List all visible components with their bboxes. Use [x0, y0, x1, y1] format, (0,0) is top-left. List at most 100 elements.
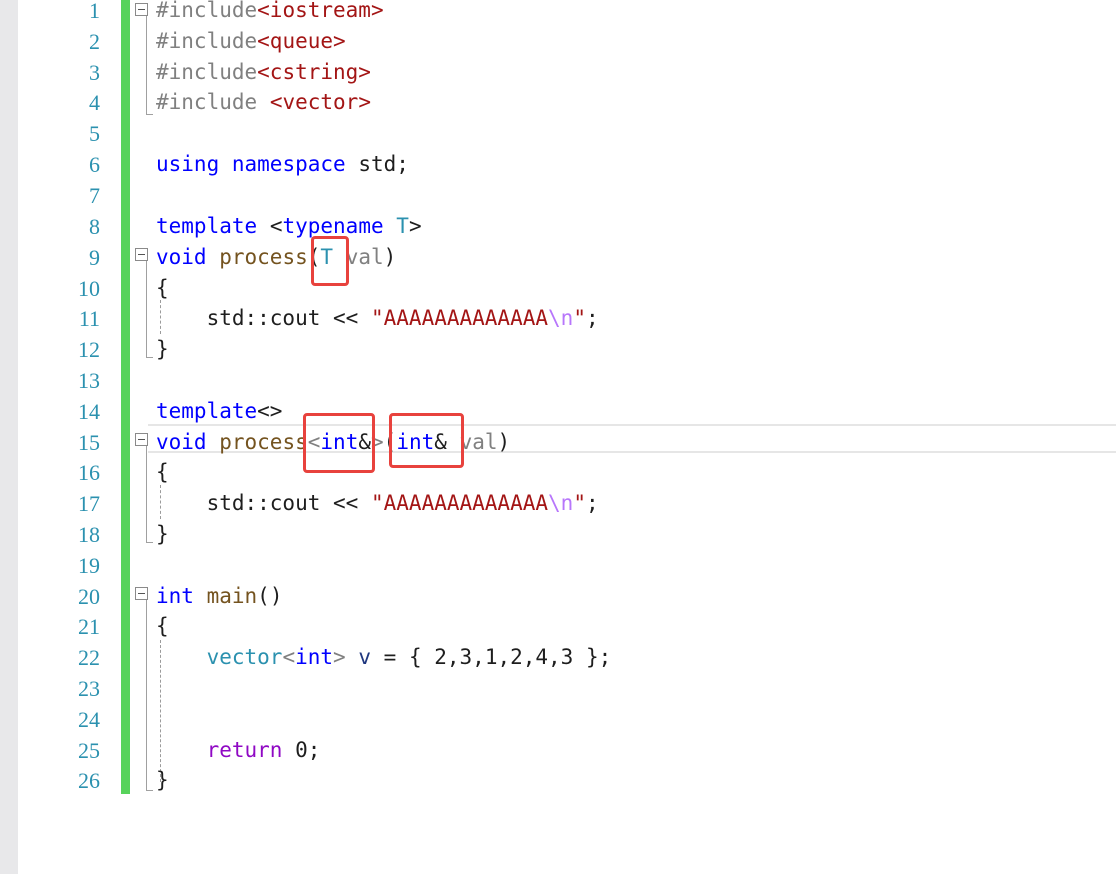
punctuation: ) — [497, 430, 511, 454]
escape-sequence: \n — [548, 306, 574, 330]
punctuation: ; — [307, 738, 321, 762]
preprocessor-directive: #include — [156, 60, 258, 84]
function-name: process — [219, 430, 308, 454]
collapse-toggle[interactable] — [135, 587, 148, 600]
identifier: std::cout — [206, 491, 321, 515]
punctuation: <> — [257, 399, 283, 423]
type-name: vector — [206, 645, 283, 669]
variable: v — [358, 645, 371, 669]
line-number: 23 — [78, 676, 100, 701]
string-quote: " — [573, 306, 586, 330]
code-line[interactable]: std::cout << "AAAAAAAAAAAAA\n"; — [156, 488, 599, 519]
keyword: using — [156, 152, 220, 176]
code-line[interactable]: #include<queue> — [156, 26, 346, 57]
type-parameter: T — [396, 214, 409, 238]
parameter: val — [459, 430, 498, 454]
punctuation: } — [156, 337, 169, 361]
outline-line — [146, 600, 147, 790]
code-line[interactable]: using namespace std; — [156, 149, 409, 180]
function-name: main — [206, 584, 258, 608]
code-line[interactable]: { — [156, 611, 169, 642]
punctuation: ; — [585, 491, 599, 515]
line-number: 11 — [78, 306, 100, 331]
collapse-toggle[interactable] — [135, 248, 148, 261]
punctuation: ; — [396, 152, 409, 176]
line-number: 6 — [89, 152, 100, 177]
line-number: 16 — [78, 460, 100, 485]
keyword: int — [295, 645, 334, 669]
identifier: std — [358, 152, 397, 176]
line-number: 7 — [89, 183, 100, 208]
left-margin — [0, 0, 18, 874]
code-line[interactable]: { — [156, 273, 169, 304]
code-line[interactable]: template <typename T> — [156, 211, 422, 242]
keyword: int — [156, 584, 194, 608]
header-name: <iostream> — [257, 0, 384, 22]
code-line[interactable]: vector<int> v = { 2,3,1,2,4,3 }; — [156, 642, 612, 673]
code-line[interactable]: std::cout << "AAAAAAAAAAAAA\n"; — [156, 303, 599, 334]
punctuation: ; — [585, 306, 599, 330]
code-line[interactable]: #include<iostream> — [156, 0, 384, 26]
code-line[interactable]: { — [156, 457, 169, 488]
line-number: 18 — [78, 522, 100, 547]
line-number: 22 — [78, 645, 100, 670]
line-number: 26 — [78, 768, 100, 793]
punctuation: ; — [598, 645, 612, 669]
preprocessor-directive: #include — [156, 0, 258, 22]
operator: << — [333, 491, 359, 515]
parameter: val — [345, 245, 384, 269]
punctuation: () — [257, 584, 283, 608]
code-line[interactable]: } — [156, 334, 169, 365]
outline-end — [146, 357, 153, 358]
function-name: process — [219, 245, 308, 269]
preprocessor-directive: #include — [156, 29, 258, 53]
line-number-gutter: 1 2 3 4 5 6 7 8 9 10 11 12 13 14 15 16 1… — [18, 0, 118, 874]
punctuation: } — [156, 522, 169, 546]
code-line[interactable]: #include<cstring> — [156, 57, 371, 88]
line-number: 15 — [78, 430, 100, 455]
keyword: template — [156, 399, 258, 423]
line-number: 25 — [78, 738, 100, 763]
punctuation: > — [333, 645, 346, 669]
code-line[interactable]: int main() — [156, 581, 282, 612]
line-number: 9 — [89, 245, 100, 270]
header-name: <vector> — [269, 90, 371, 114]
punctuation: < — [269, 214, 283, 238]
string-literal: AAAAAAAAAAAAA — [383, 306, 549, 330]
code-line[interactable]: } — [156, 519, 169, 550]
header-name: <cstring> — [257, 60, 371, 84]
keyword: return — [206, 738, 283, 762]
change-indicator-bar — [121, 0, 130, 794]
punctuation: { — [156, 460, 169, 484]
line-number: 4 — [89, 90, 100, 115]
string-quote: " — [573, 491, 586, 515]
line-number: 5 — [89, 121, 100, 146]
code-line[interactable]: void process(T val) — [156, 242, 396, 273]
number-literal: 0 — [295, 738, 308, 762]
string-literal: AAAAAAAAAAAAA — [383, 491, 549, 515]
operator: << — [333, 306, 359, 330]
punctuation: { — [156, 614, 169, 638]
line-number: 12 — [78, 337, 100, 362]
line-number: 8 — [89, 214, 100, 239]
code-line[interactable]: } — [156, 765, 169, 796]
code-line[interactable]: #include <vector> — [156, 87, 371, 118]
line-number: 2 — [89, 29, 100, 54]
outline-end — [146, 790, 153, 791]
escape-sequence: \n — [548, 491, 574, 515]
outline-line — [146, 16, 147, 114]
outline-end — [146, 114, 153, 115]
line-number: 24 — [78, 707, 100, 732]
outline-end — [146, 542, 153, 543]
collapse-toggle[interactable] — [135, 3, 148, 16]
code-line[interactable]: return 0; — [156, 735, 321, 766]
initializer-list: { 2,3,1,2,4,3 } — [408, 645, 599, 669]
punctuation: { — [156, 276, 169, 300]
operator: = — [383, 645, 397, 669]
line-number: 21 — [78, 614, 100, 639]
code-line[interactable]: template<> — [156, 396, 282, 427]
outline-line — [146, 446, 147, 542]
identifier: std::cout — [206, 306, 321, 330]
collapse-toggle[interactable] — [135, 433, 148, 446]
string-quote: " — [370, 306, 384, 330]
